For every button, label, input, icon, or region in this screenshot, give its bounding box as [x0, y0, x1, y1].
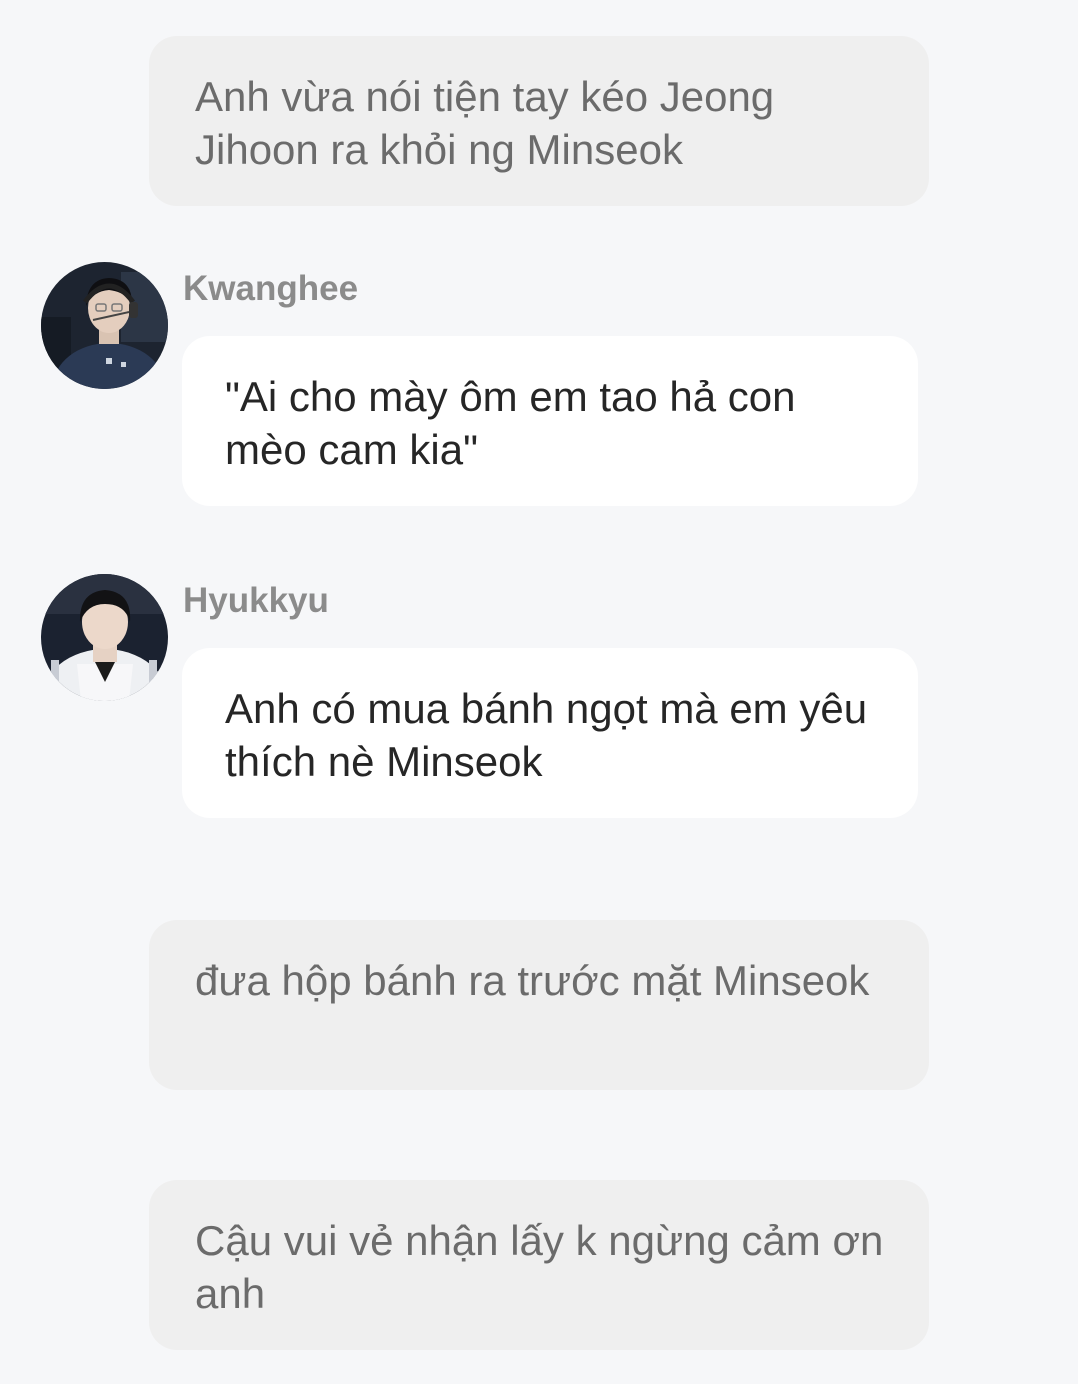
- speech-bubble: "Ai cho mày ôm em tao hả con mèo cam kia…: [182, 336, 918, 506]
- speaker-name: Kwanghee: [183, 269, 359, 308]
- avatar[interactable]: [41, 262, 168, 389]
- message-kwanghee: Kwanghee "Ai cho mày ôm em tao hả con mè…: [0, 262, 1078, 512]
- speaker-name: Hyukkyu: [183, 581, 329, 620]
- narration-bubble-1: Anh vừa nói tiện tay kéo Jeong Jihoon ra…: [149, 36, 929, 206]
- narration-bubble-2: đưa hộp bánh ra trước mặt Minseok: [149, 920, 929, 1090]
- narration-bubble-3: Cậu vui vẻ nhận lấy k ngừng cảm ơn anh: [149, 1180, 929, 1350]
- speech-text: "Ai cho mày ôm em tao hả con mèo cam kia…: [225, 373, 796, 473]
- narration-text: Cậu vui vẻ nhận lấy k ngừng cảm ơn anh: [195, 1217, 884, 1317]
- message-hyukkyu: Hyukkyu Anh có mua bánh ngọt mà em yêu t…: [0, 574, 1078, 824]
- narration-text: Anh vừa nói tiện tay kéo Jeong Jihoon ra…: [195, 73, 775, 173]
- speech-text: Anh có mua bánh ngọt mà em yêu thích nè …: [225, 685, 868, 785]
- speech-bubble: Anh có mua bánh ngọt mà em yêu thích nè …: [182, 648, 918, 818]
- narration-text: đưa hộp bánh ra trước mặt Minseok: [195, 957, 870, 1004]
- avatar[interactable]: [41, 574, 168, 701]
